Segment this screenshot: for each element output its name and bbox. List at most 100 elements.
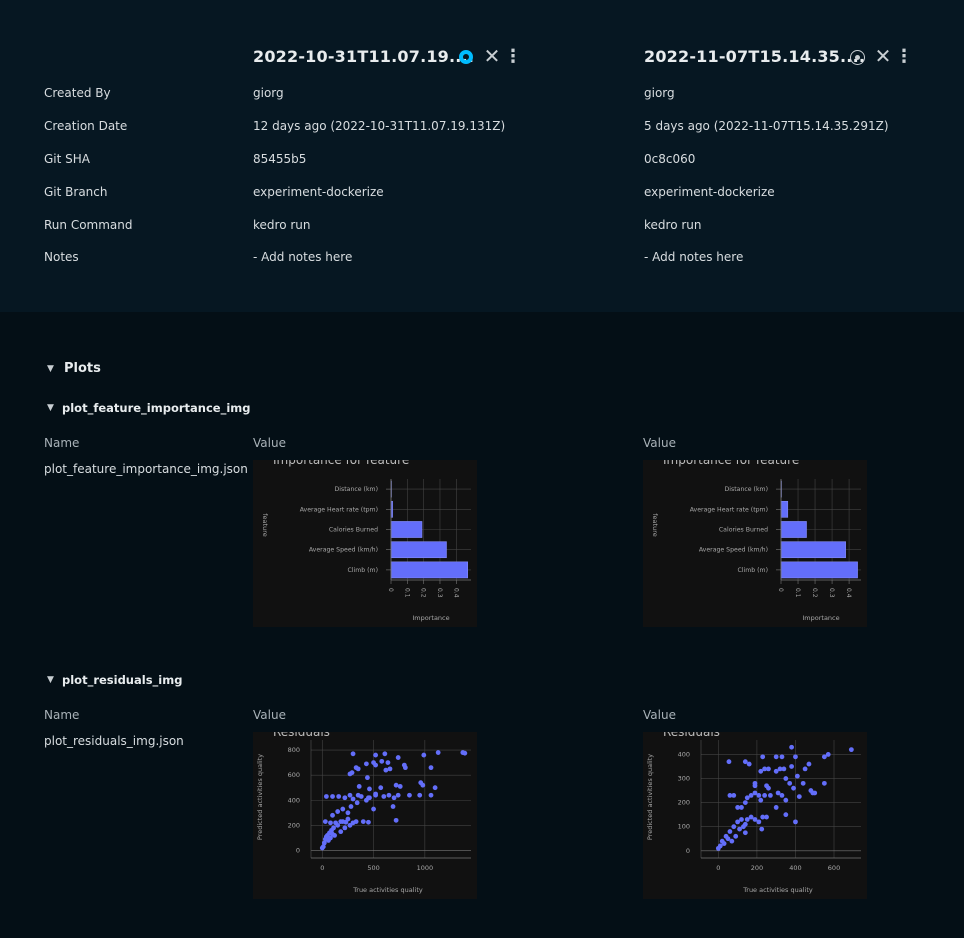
x-tick-label: 0 xyxy=(777,588,784,592)
data-point xyxy=(435,750,441,755)
y-axis-label: feature xyxy=(651,513,659,536)
created-by-value: giorg xyxy=(644,86,675,100)
data-point xyxy=(386,792,392,798)
bar xyxy=(780,500,789,518)
data-point xyxy=(789,764,795,769)
data-point xyxy=(759,826,765,832)
bar xyxy=(780,541,846,559)
data-point xyxy=(783,797,789,803)
more-options-icon[interactable]: ⋮ xyxy=(895,46,913,67)
x-tick-label: 0.2 xyxy=(811,588,818,598)
more-options-icon[interactable]: ⋮ xyxy=(504,46,522,67)
data-point xyxy=(773,805,779,810)
data-point xyxy=(821,780,827,786)
collapse-triangle-icon[interactable]: ▼ xyxy=(47,364,54,374)
data-point xyxy=(794,773,800,779)
data-point xyxy=(733,833,739,839)
bookmark-outline-icon[interactable] xyxy=(848,48,866,66)
data-point xyxy=(806,761,812,767)
value-header: Value xyxy=(253,708,286,722)
bar xyxy=(390,521,423,538)
data-point xyxy=(462,750,468,756)
data-point xyxy=(783,776,789,781)
data-point xyxy=(789,744,795,750)
data-point xyxy=(393,817,399,823)
y-tick-label: 800 xyxy=(288,746,300,754)
data-point xyxy=(373,792,379,798)
y-tick-label: Average Heart rate (tpm) xyxy=(690,506,768,513)
data-point xyxy=(340,806,346,812)
data-point xyxy=(353,819,359,824)
plot-name: plot_feature_importance_img.json xyxy=(44,462,248,476)
chart-title: Residuals xyxy=(663,732,720,739)
section-title[interactable]: Plots xyxy=(64,361,101,376)
x-tick-label: 0.2 xyxy=(420,588,427,598)
notes-value[interactable]: - Add notes here xyxy=(644,250,743,264)
data-point xyxy=(338,819,344,824)
bar xyxy=(780,521,807,538)
y-tick-label: 400 xyxy=(678,750,690,758)
data-point xyxy=(721,841,727,846)
plot-image[interactable]: Residuals 0 200 400 600 0 100 200 300 400 True act… xyxy=(643,732,867,899)
data-point xyxy=(796,794,802,799)
y-axis-label: Predicted activities quality xyxy=(256,754,264,840)
data-point xyxy=(332,833,337,838)
chart-svg: Residuals 0 500 1000 0 200 400 600 800 True activ… xyxy=(256,732,471,894)
data-point xyxy=(432,785,438,791)
plot-image[interactable]: Importance for feature 0 0.1 0.2 0.3 0.4 Climb… xyxy=(643,460,867,627)
data-point xyxy=(756,792,762,798)
data-point xyxy=(407,792,412,798)
x-axis-label: Importance xyxy=(412,614,449,622)
notes-value[interactable]: - Add notes here xyxy=(253,250,352,264)
plot-group-title[interactable]: plot_feature_importance_img xyxy=(62,401,251,415)
data-point xyxy=(349,770,355,776)
value-header: Value xyxy=(643,708,676,722)
plot-image[interactable]: Importance for feature 0 0.1 0.2 0.3 0.4 Climb… xyxy=(253,460,477,627)
plot-group-title[interactable]: plot_residuals_img xyxy=(62,673,182,687)
close-icon[interactable]: ✕ xyxy=(483,44,501,68)
collapse-triangle-icon[interactable]: ▼ xyxy=(47,675,54,685)
y-tick-label: Average Speed (km/h) xyxy=(309,547,378,554)
x-tick-label: 0 xyxy=(387,588,394,592)
data-point xyxy=(347,792,353,798)
data-point xyxy=(848,747,854,753)
data-point xyxy=(428,792,434,798)
data-point xyxy=(381,794,387,799)
data-point xyxy=(356,784,362,789)
close-icon[interactable]: ✕ xyxy=(874,44,892,68)
data-point xyxy=(791,785,796,791)
data-point xyxy=(773,754,779,760)
data-point xyxy=(323,794,329,799)
label-creation-date: Creation Date xyxy=(44,119,128,133)
y-tick-label: Climb (m) xyxy=(347,567,378,574)
data-point xyxy=(373,762,379,768)
bar xyxy=(780,561,858,579)
collapse-triangle-icon[interactable]: ▼ xyxy=(47,403,54,413)
x-tick-label: 200 xyxy=(751,864,763,872)
data-point xyxy=(397,784,403,789)
y-tick-label: 200 xyxy=(288,821,300,829)
run-command-value: kedro run xyxy=(253,218,311,232)
data-point xyxy=(825,752,831,757)
data-point xyxy=(350,751,356,757)
y-tick-label: 400 xyxy=(288,796,300,804)
y-tick-label: 0 xyxy=(296,846,300,854)
created-by-value: giorg xyxy=(253,86,284,100)
plot-name: plot_residuals_img.json xyxy=(44,734,184,748)
data-point xyxy=(402,765,408,771)
data-point xyxy=(383,767,389,773)
data-point xyxy=(393,782,399,788)
bookmark-filled-icon[interactable] xyxy=(457,48,475,66)
x-tick-label: 0.4 xyxy=(452,588,459,598)
data-point xyxy=(373,752,379,758)
data-point xyxy=(800,780,806,786)
run-title: 2022-10-31T11.07.19.... xyxy=(253,47,475,66)
data-point xyxy=(365,775,370,781)
plot-image[interactable]: Residuals 0 500 1000 0 200 400 600 800 True activ… xyxy=(253,732,477,899)
git-branch-value: experiment-dockerize xyxy=(644,185,775,199)
y-tick-label: Distance (km) xyxy=(725,486,768,493)
data-point xyxy=(366,819,371,825)
x-axis-label: True activities quality xyxy=(742,886,813,894)
data-point xyxy=(767,792,773,798)
creation-date-value: 12 days ago (2022-10-31T11.07.19.131Z) xyxy=(253,119,506,133)
